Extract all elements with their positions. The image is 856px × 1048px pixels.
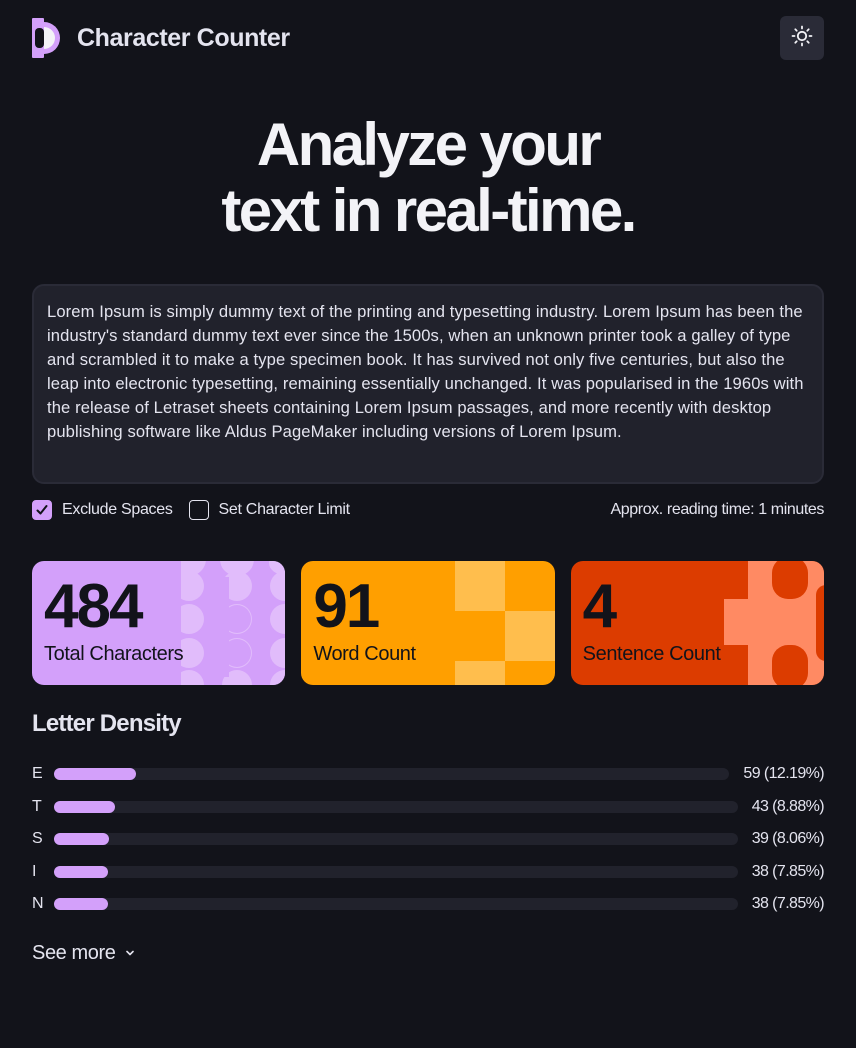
- total-characters-label: Total Characters: [44, 643, 184, 665]
- density-bar-fill: [54, 833, 110, 845]
- density-bar-fill: [54, 865, 108, 878]
- word-count-card: 91 Word Count: [301, 561, 555, 685]
- total-characters-card: 484 Total Characters: [32, 561, 286, 685]
- exclude-spaces-option[interactable]: Exclude Spaces: [32, 500, 173, 520]
- density-bar-fill: [54, 800, 115, 813]
- hero-line-1: Analyze your: [256, 111, 602, 178]
- density-letter: N: [32, 895, 44, 912]
- hero-line-2: text in real-time.: [221, 177, 637, 244]
- density-value: 39 (8.06%): [751, 830, 825, 847]
- density-bar-track: [54, 898, 738, 910]
- word-count-value: 91: [313, 572, 380, 641]
- density-value: 38 (7.85%): [751, 895, 825, 912]
- reading-time: Approx. reading time: 1 minutes: [610, 501, 825, 518]
- card-pattern-circles: [181, 561, 286, 685]
- see-more-button[interactable]: See more: [32, 942, 136, 965]
- letter-density-title: Letter Density: [32, 710, 182, 737]
- card-pattern-squares: [454, 561, 555, 685]
- options-row: Exclude Spaces Set Character Limit Appro…: [32, 498, 824, 522]
- sentence-count-value: 4: [582, 572, 618, 641]
- see-more-label: See more: [32, 942, 116, 964]
- app-title: Character Counter: [77, 23, 290, 52]
- word-count-label: Word Count: [313, 643, 416, 665]
- sun-icon: [791, 25, 813, 51]
- density-row: I 38 (7.85%): [32, 855, 825, 888]
- density-bar-fill: [54, 898, 108, 910]
- density-row: S 39 (8.06%): [32, 823, 825, 856]
- density-letter: T: [32, 797, 42, 815]
- text-input[interactable]: Lorem Ipsum is simply dummy text of the …: [32, 284, 824, 484]
- density-bar-track: [54, 833, 738, 845]
- density-row: N 38 (7.85%): [32, 888, 825, 921]
- stats-cards: 484 Total Characters 91 Word Count 4 Sen…: [32, 561, 824, 685]
- logo-icon: [32, 18, 65, 58]
- density-value: 59 (12.19%): [743, 765, 824, 782]
- app-header: Character Counter: [32, 16, 824, 60]
- density-letter: I: [32, 862, 37, 880]
- sentence-count-label: Sentence Count: [582, 643, 721, 665]
- char-limit-label: Set Character Limit: [218, 501, 351, 518]
- density-bar-track: [54, 865, 738, 878]
- density-letter: S: [32, 830, 43, 847]
- density-bar-track: [54, 800, 738, 813]
- density-row: E 59 (12.19%): [32, 758, 825, 791]
- logo[interactable]: Character Counter: [32, 18, 290, 58]
- char-limit-checkbox[interactable]: [188, 500, 209, 520]
- sentence-count-card: 4 Sentence Count: [570, 561, 824, 685]
- card-pattern-arcs: [723, 561, 824, 685]
- density-value: 38 (7.85%): [751, 862, 825, 880]
- check-icon: [36, 505, 48, 515]
- density-value: 43 (8.88%): [751, 797, 825, 815]
- exclude-spaces-checkbox[interactable]: [32, 500, 52, 520]
- letter-density-list: E 59 (12.19%) T 43 (8.88%) S 39 (8.06%) I 38 (7…: [32, 758, 825, 921]
- total-characters-value: 484: [44, 572, 143, 641]
- density-letter: E: [32, 765, 43, 782]
- exclude-spaces-label: Exclude Spaces: [62, 501, 173, 518]
- hero-heading: Analyze your text in real-time.: [0, 112, 856, 244]
- theme-toggle-button[interactable]: [780, 16, 824, 60]
- density-bar-fill: [54, 768, 137, 780]
- chevron-down-icon: [124, 942, 136, 965]
- density-bar-track: [54, 768, 730, 780]
- density-row: T 43 (8.88%): [32, 790, 825, 823]
- char-limit-option[interactable]: Set Character Limit: [188, 500, 351, 520]
